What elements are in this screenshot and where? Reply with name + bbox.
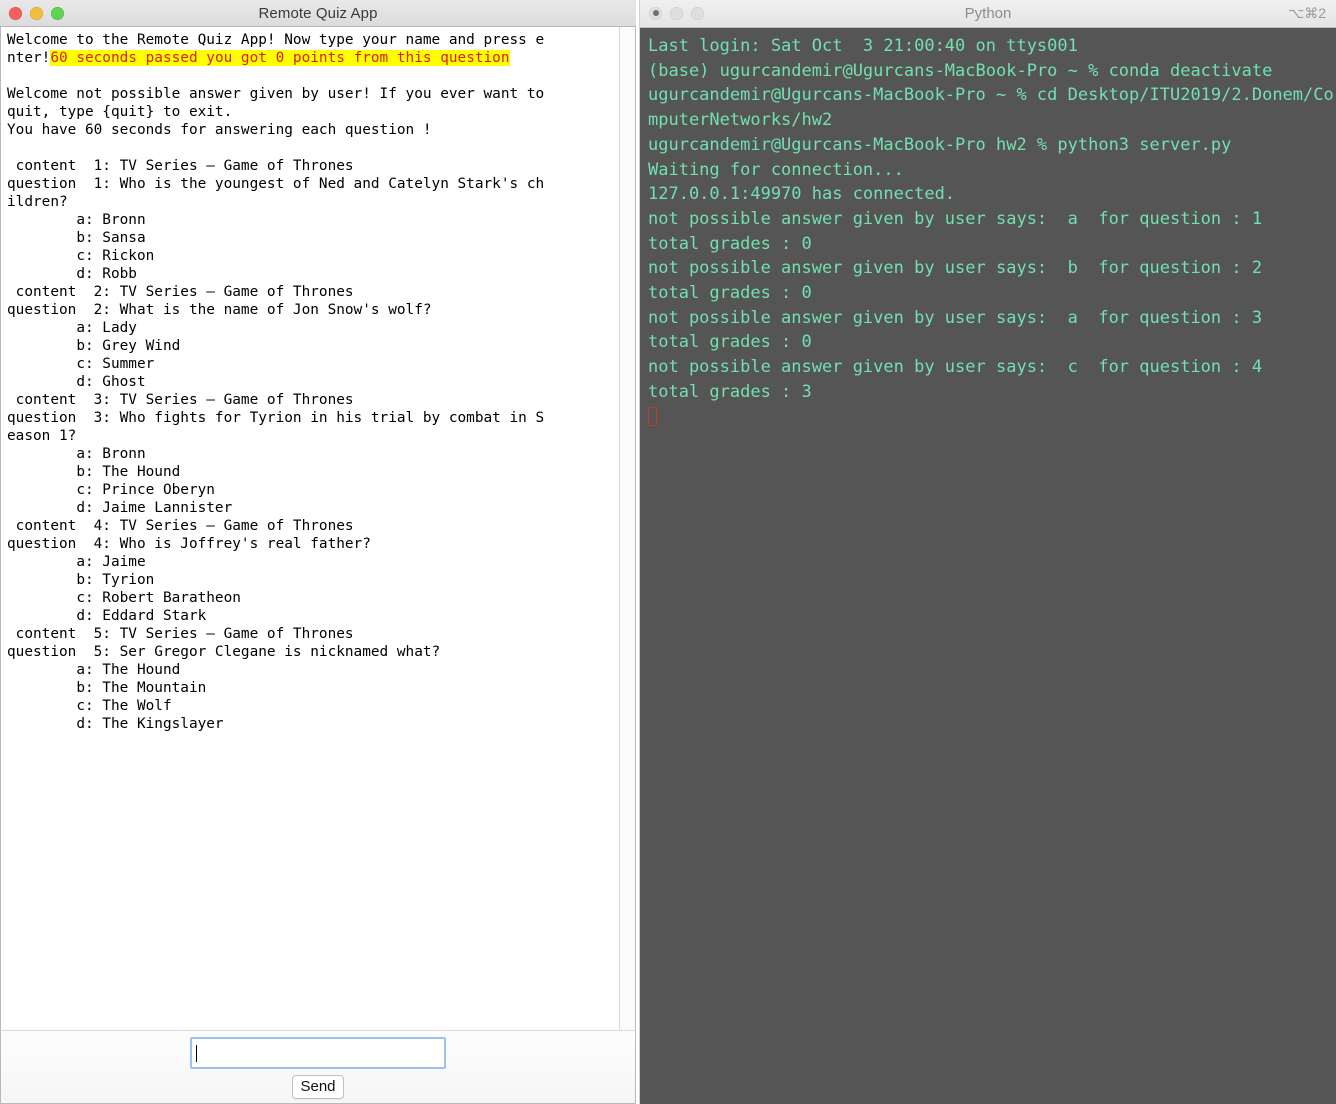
quiz-window-title: Remote Quiz App xyxy=(258,4,378,22)
desktop-screen: Remote Quiz App Welcome to the Remote Qu… xyxy=(0,0,1336,1104)
terminal-titlebar[interactable]: Python ⌥⌘2 xyxy=(640,0,1336,28)
python-terminal-window: Python ⌥⌘2 Last login: Sat Oct 3 21:00:4… xyxy=(640,0,1336,1104)
terminal-window-controls xyxy=(649,0,704,26)
quiz-window-controls xyxy=(9,0,64,26)
timeout-highlight: 60 seconds passed you got 0 points from … xyxy=(50,50,510,66)
answer-input[interactable] xyxy=(190,1037,446,1069)
quiz-transcript-text: Welcome to the Remote Quiz App! Now type… xyxy=(7,32,545,732)
close-button-icon[interactable] xyxy=(9,6,22,20)
zoom-button-icon[interactable] xyxy=(51,6,64,20)
close-button-icon[interactable] xyxy=(649,6,662,20)
minimize-button-icon[interactable] xyxy=(670,6,683,20)
terminal-output-text: Last login: Sat Oct 3 21:00:40 on ttys00… xyxy=(648,34,1336,429)
text-caret xyxy=(196,1044,197,1062)
quiz-transcript-scroll[interactable]: Welcome to the Remote Quiz App! Now type… xyxy=(1,27,619,1030)
zoom-button-icon[interactable] xyxy=(691,6,704,20)
quiz-footer: Send xyxy=(0,1030,636,1104)
minimize-button-icon[interactable] xyxy=(30,6,43,20)
send-button[interactable]: Send xyxy=(292,1075,344,1099)
terminal-cursor xyxy=(648,406,657,426)
terminal-window-title: Python xyxy=(964,5,1012,22)
terminal-output-area[interactable]: Last login: Sat Oct 3 21:00:40 on ttys00… xyxy=(640,28,1336,1104)
quiz-titlebar[interactable]: Remote Quiz App xyxy=(0,0,636,27)
remote-quiz-app-window: Remote Quiz App Welcome to the Remote Qu… xyxy=(0,0,636,1104)
terminal-shortcut-label: ⌥⌘2 xyxy=(1288,5,1326,21)
quiz-output-area: Welcome to the Remote Quiz App! Now type… xyxy=(0,27,636,1030)
quiz-vertical-scrollbar[interactable] xyxy=(619,27,635,1030)
